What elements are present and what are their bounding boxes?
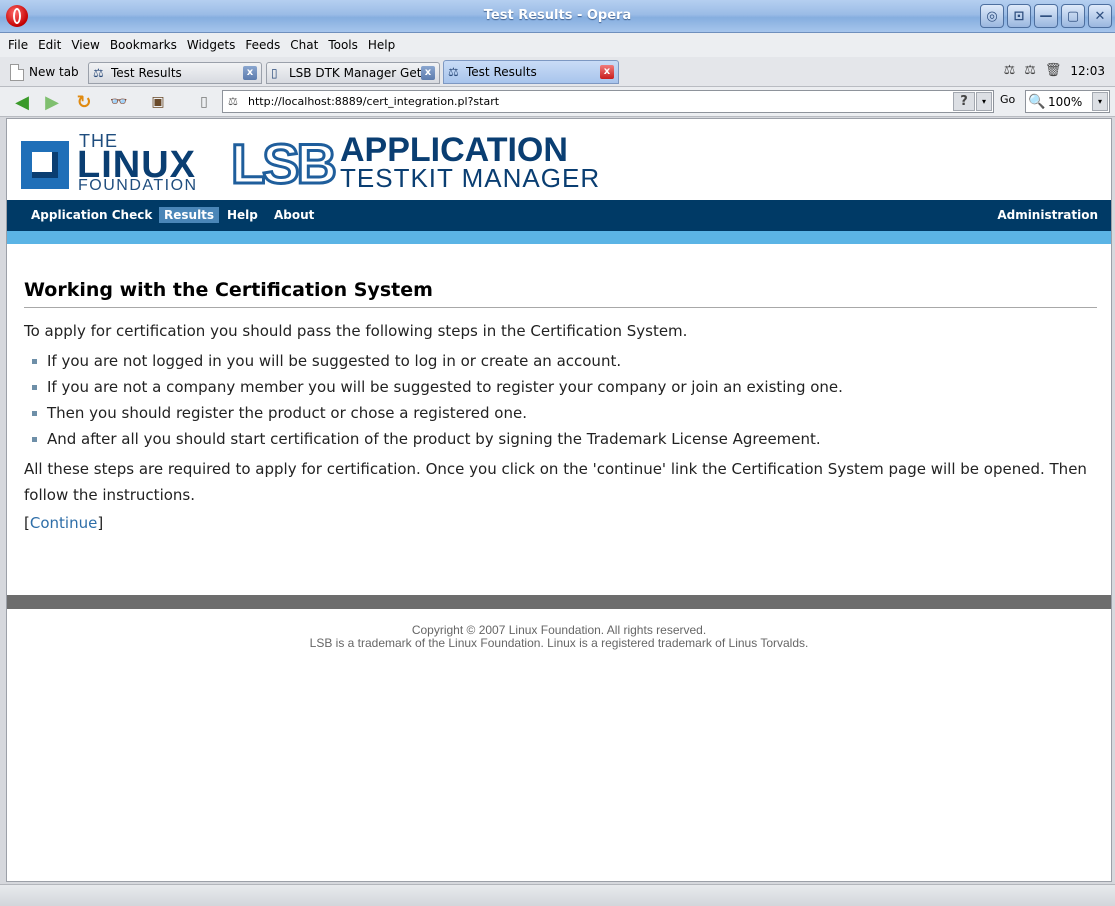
window-menu-button[interactable]: ◎ xyxy=(980,4,1004,28)
close-tab-icon[interactable]: x xyxy=(243,66,257,80)
bracket-close: ] xyxy=(97,514,104,532)
forward-button[interactable]: ▶ xyxy=(40,91,64,113)
scales-icon[interactable]: ⚖ xyxy=(1024,63,1036,78)
chevron-down-icon[interactable]: ▾ xyxy=(976,92,992,111)
page-icon[interactable]: ▯ xyxy=(192,91,216,113)
menu-widgets[interactable]: Widgets xyxy=(182,38,241,52)
menu-tools[interactable]: Tools xyxy=(323,38,363,52)
help-icon[interactable]: ? xyxy=(953,92,975,111)
menu-chat[interactable]: Chat xyxy=(285,38,323,52)
trademark-text: LSB is a trademark of the Linux Foundati… xyxy=(309,636,809,650)
tab-lsb-dtk-manager[interactable]: ▯ LSB DTK Manager Get... x xyxy=(266,62,440,84)
nav-results[interactable]: Results xyxy=(159,207,220,223)
tab-test-results-active[interactable]: ⚖ Test Results x xyxy=(443,60,619,84)
window-controls: ◎ ⊡ — ▢ ✕ xyxy=(980,4,1112,28)
lsb-atk-logo: LSB APPLICATION TESTKIT MANAGER xyxy=(230,131,601,195)
site-footer: Copyright © 2007 Linux Foundation. All r… xyxy=(7,624,1111,650)
page-viewport: THE LINUX FOUNDATION LSB APPLICATION TES… xyxy=(6,118,1112,882)
magnifier-icon: 🔍 xyxy=(1028,93,1046,110)
address-field[interactable]: ⚖ http://localhost:8889/cert_integration… xyxy=(222,90,994,113)
menu-bar: File Edit View Bookmarks Widgets Feeds C… xyxy=(0,33,1115,57)
linux-foundation-logo-icon xyxy=(21,141,69,189)
scales-icon: ⚖ xyxy=(228,95,238,108)
address-toolbar: ◀ ▶ ↻ 👓 ▣ ▯ ⚖ http://localhost:8889/cert… xyxy=(0,87,1115,117)
maximize-button[interactable]: ▢ xyxy=(1061,4,1085,28)
tab-label: Test Results xyxy=(111,66,182,80)
tab-label: Test Results xyxy=(466,65,537,79)
list-item: And after all you should start certifica… xyxy=(24,426,1097,452)
list-item: If you are not logged in you will be sug… xyxy=(24,348,1097,374)
lsb-testkit-manager: TESTKIT MANAGER xyxy=(340,163,601,193)
glasses-icon[interactable]: 👓 xyxy=(104,91,134,113)
tab-bar-tray: ⚖ ⚖ 🗑 12:03 xyxy=(1004,63,1105,78)
new-tab-label: New tab xyxy=(29,65,79,79)
scales-icon: ⚖ xyxy=(448,65,459,79)
footer-bar xyxy=(7,595,1111,609)
continue-link[interactable]: Continue xyxy=(30,514,97,532)
menu-file[interactable]: File xyxy=(3,38,33,52)
chevron-down-icon[interactable]: ▾ xyxy=(1092,92,1108,111)
zoom-value: 100% xyxy=(1048,94,1083,109)
list-item: If you are not a company member you will… xyxy=(24,374,1097,400)
site-header: THE LINUX FOUNDATION LSB APPLICATION TES… xyxy=(7,119,1111,200)
site-nav: Application Check Results Help About Adm… xyxy=(7,200,1111,244)
menu-help[interactable]: Help xyxy=(363,38,400,52)
menu-feeds[interactable]: Feeds xyxy=(240,38,285,52)
close-window-button[interactable]: ✕ xyxy=(1088,4,1112,28)
intro-text: To apply for certification you should pa… xyxy=(24,322,688,340)
url-text[interactable]: http://localhost:8889/cert_integration.p… xyxy=(248,95,499,108)
logo-foundation: FOUNDATION xyxy=(78,177,198,194)
continue-line: [Continue] xyxy=(24,514,1097,532)
menu-bookmarks[interactable]: Bookmarks xyxy=(105,38,182,52)
nav-about[interactable]: About xyxy=(269,207,319,223)
nav-administration[interactable]: Administration xyxy=(992,207,1103,223)
tab-label: LSB DTK Manager Get... xyxy=(289,66,421,80)
page-icon: ▯ xyxy=(271,66,278,80)
scales-icon: ⚖ xyxy=(93,66,104,80)
back-button[interactable]: ◀ xyxy=(10,91,34,113)
page-title: Working with the Certification System xyxy=(24,279,1097,308)
tab-bar: New tab ⚖ Test Results x ▯ LSB DTK Manag… xyxy=(0,57,1115,87)
zoom-select[interactable]: 🔍 100% ▾ xyxy=(1025,90,1110,113)
close-tab-icon[interactable]: x xyxy=(421,66,435,80)
new-page-icon xyxy=(10,63,24,81)
main-content: Working with the Certification System To… xyxy=(24,279,1097,532)
steps-list: If you are not logged in you will be sug… xyxy=(24,348,1097,452)
outro-text: All these steps are required to apply fo… xyxy=(24,460,1087,504)
scales-icon[interactable]: ⚖ xyxy=(1004,63,1016,78)
window-titlebar: Test Results - Opera ◎ ⊡ — ▢ ✕ xyxy=(0,0,1115,33)
nav-underline-bar xyxy=(7,231,1111,244)
tab-test-results-1[interactable]: ⚖ Test Results x xyxy=(88,62,262,84)
minimize-button[interactable]: — xyxy=(1034,4,1058,28)
window-shade-button[interactable]: ⊡ xyxy=(1007,4,1031,28)
reload-button[interactable]: ↻ xyxy=(72,91,96,113)
close-tab-icon[interactable]: x xyxy=(600,65,614,79)
list-item: Then you should register the product or … xyxy=(24,400,1097,426)
window-title: Test Results - Opera xyxy=(483,8,632,23)
nav-application-check[interactable]: Application Check xyxy=(26,207,157,223)
image-icon[interactable]: ▣ xyxy=(146,91,170,113)
linux-foundation-logo[interactable]: THE LINUX FOUNDATION xyxy=(21,131,216,194)
go-button[interactable]: Go xyxy=(1000,93,1015,106)
lsb-wordmark: APPLICATION TESTKIT MANAGER xyxy=(340,131,601,193)
new-tab-button[interactable]: New tab xyxy=(10,61,79,83)
menu-edit[interactable]: Edit xyxy=(33,38,66,52)
nav-help[interactable]: Help xyxy=(222,207,263,223)
clock: 12:03 xyxy=(1070,63,1105,78)
lsb-mark: LSB xyxy=(230,132,339,195)
trash-icon[interactable]: 🗑 xyxy=(1045,63,1062,78)
menu-view[interactable]: View xyxy=(66,38,104,52)
status-bar xyxy=(0,884,1115,906)
lsb-application: APPLICATION xyxy=(340,131,568,169)
